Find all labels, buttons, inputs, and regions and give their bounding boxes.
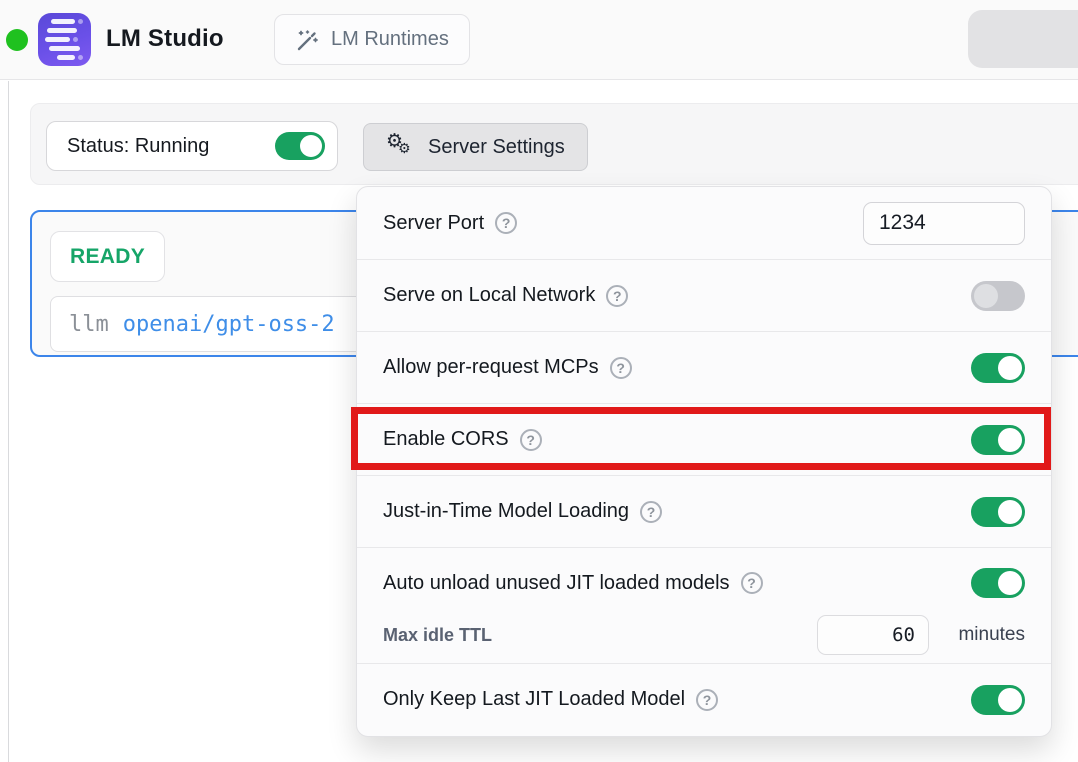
setting-row-server-port: Server Port ?: [357, 187, 1051, 259]
code-prefix: llm: [69, 312, 109, 337]
local-network-toggle[interactable]: [971, 281, 1025, 311]
server-toolbar: Status: Running ⚙ ⚙ Server Settings: [30, 103, 1078, 185]
server-settings-label: Server Settings: [428, 136, 565, 159]
local-network-label: Serve on Local Network: [383, 284, 595, 307]
lm-runtimes-label: LM Runtimes: [331, 28, 449, 51]
lm-studio-logo-icon: [38, 13, 91, 66]
server-status-label: Status: Running: [67, 135, 209, 158]
header-search-placeholder[interactable]: [968, 10, 1078, 68]
ready-status-badge: READY: [50, 231, 165, 282]
setting-row-local-network: Serve on Local Network ?: [357, 259, 1051, 331]
server-settings-button[interactable]: ⚙ ⚙ Server Settings: [363, 123, 588, 171]
window-status-dot: [6, 29, 28, 51]
lm-runtimes-button[interactable]: LM Runtimes: [274, 14, 470, 65]
help-icon[interactable]: ?: [640, 501, 662, 523]
help-icon[interactable]: ?: [606, 285, 628, 307]
help-icon[interactable]: ?: [741, 572, 763, 594]
jit-loading-toggle[interactable]: [971, 497, 1025, 527]
auto-unload-toggle[interactable]: [971, 568, 1025, 598]
jit-loading-label: Just-in-Time Model Loading: [383, 500, 629, 523]
help-icon[interactable]: ?: [610, 357, 632, 379]
server-running-toggle[interactable]: [275, 132, 325, 160]
server-settings-dropdown: Server Port ? Serve on Local Network ? A…: [356, 186, 1052, 737]
enable-cors-label: Enable CORS: [383, 428, 509, 451]
model-identifier: openai/gpt-oss-2: [123, 312, 335, 337]
keep-last-jit-toggle[interactable]: [971, 685, 1025, 715]
max-idle-ttl-label: Max idle TTL: [383, 625, 492, 646]
per-request-mcps-toggle[interactable]: [971, 353, 1025, 383]
keep-last-jit-label: Only Keep Last JIT Loaded Model: [383, 688, 685, 711]
setting-row-enable-cors: Enable CORS ?: [357, 403, 1051, 475]
server-port-input[interactable]: [863, 202, 1025, 245]
help-icon[interactable]: ?: [495, 212, 517, 234]
ttl-unit-label: minutes: [943, 624, 1025, 646]
help-icon[interactable]: ?: [520, 429, 542, 451]
server-status-pill: Status: Running: [46, 121, 338, 171]
setting-row-keep-last-jit: Only Keep Last JIT Loaded Model ?: [357, 663, 1051, 735]
per-request-mcps-label: Allow per-request MCPs: [383, 356, 599, 379]
gears-icon: ⚙ ⚙: [386, 133, 414, 161]
max-idle-ttl-input[interactable]: [817, 615, 929, 655]
setting-row-per-request-mcps: Allow per-request MCPs ?: [357, 331, 1051, 403]
magic-wand-icon: [295, 28, 319, 52]
app-header: LM Studio LM Runtimes: [0, 0, 1078, 80]
help-icon[interactable]: ?: [696, 689, 718, 711]
enable-cors-toggle[interactable]: [971, 425, 1025, 455]
setting-row-jit-loading: Just-in-Time Model Loading ?: [357, 475, 1051, 547]
auto-unload-label: Auto unload unused JIT loaded models: [383, 572, 730, 595]
server-port-label: Server Port: [383, 212, 484, 235]
setting-row-auto-unload: Auto unload unused JIT loaded models ? M…: [357, 547, 1051, 663]
app-title: LM Studio: [106, 25, 224, 53]
